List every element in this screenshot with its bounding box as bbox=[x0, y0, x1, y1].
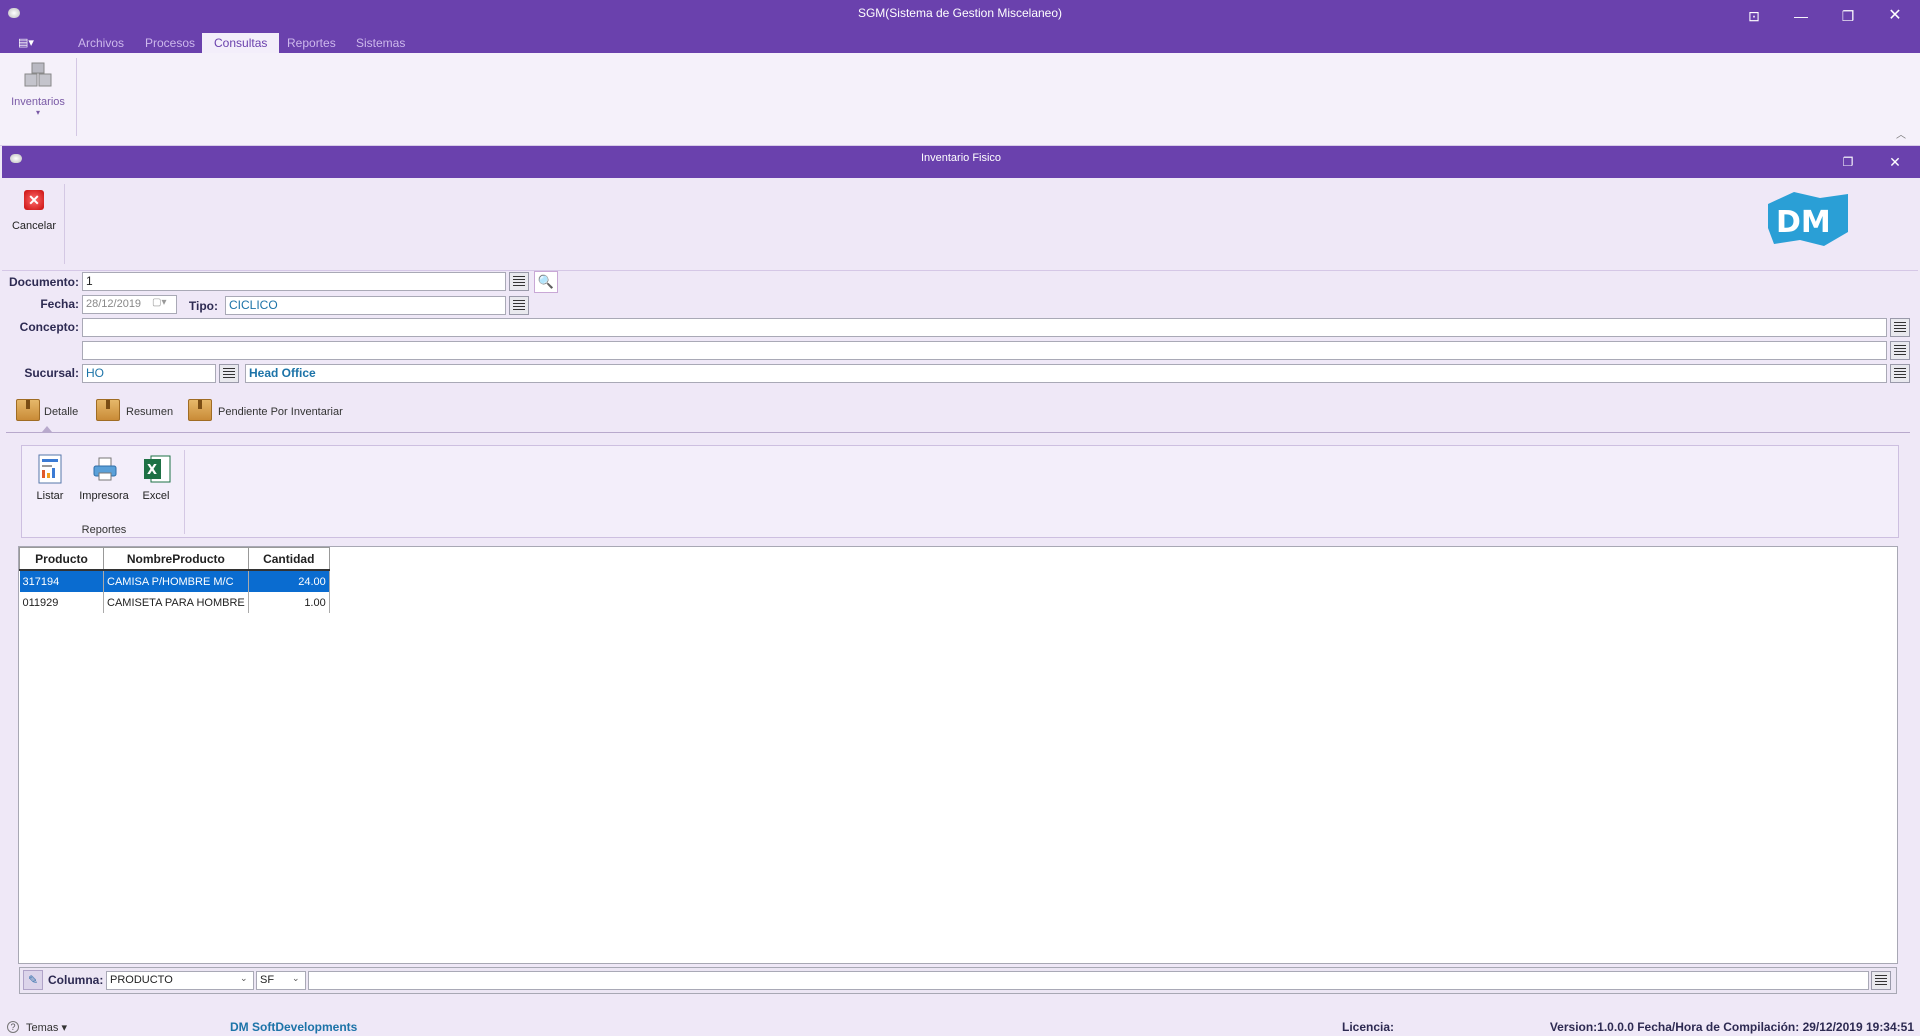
dm-logo: DM bbox=[1768, 192, 1848, 246]
ribbon-divider bbox=[76, 58, 77, 136]
cancel-icon: ✕ bbox=[24, 190, 44, 210]
tab-reportes[interactable]: Reportes bbox=[275, 33, 348, 53]
report-list-icon bbox=[38, 454, 62, 484]
concepto2-list-button[interactable] bbox=[1890, 341, 1910, 360]
child-close-button[interactable]: ✕ bbox=[1875, 150, 1915, 174]
child-title: Inventario Fisico bbox=[920, 152, 1002, 164]
printer-icon bbox=[93, 457, 117, 481]
pin-window-icon[interactable]: ⊡ bbox=[1734, 4, 1774, 28]
licencia-label: Licencia: bbox=[1342, 1020, 1395, 1034]
sucursal-code-input[interactable]: HO bbox=[82, 364, 216, 383]
tipo-input[interactable]: CICLICO bbox=[225, 296, 506, 315]
column-header-producto[interactable]: Producto bbox=[19, 547, 104, 571]
subtab-pendiente-label: Pendiente Por Inventariar bbox=[218, 406, 343, 418]
cell-cantidad[interactable]: 1.00 bbox=[248, 592, 330, 613]
boxes-icon bbox=[24, 62, 52, 87]
concepto-input-2[interactable] bbox=[82, 341, 1887, 360]
inventarios-label: Inventarios bbox=[11, 96, 65, 108]
box-icon bbox=[16, 399, 40, 421]
box-icon bbox=[188, 399, 212, 421]
calendar-dropdown-icon[interactable]: ▢▾ bbox=[152, 297, 166, 308]
minimize-button[interactable]: — bbox=[1781, 4, 1821, 28]
subtab-pendiente[interactable]: Pendiente Por Inventariar bbox=[188, 398, 358, 426]
subtab-detalle[interactable]: Detalle bbox=[14, 398, 82, 426]
documento-input[interactable]: 1 bbox=[82, 272, 506, 291]
close-button[interactable]: ✕ bbox=[1875, 4, 1915, 28]
documento-list-button[interactable] bbox=[509, 272, 529, 291]
svg-text:DM: DM bbox=[1776, 205, 1831, 240]
collapse-ribbon-icon[interactable]: ︿ bbox=[1896, 126, 1906, 141]
chevron-down-icon: ▾ bbox=[35, 108, 40, 117]
filter-search-input[interactable] bbox=[308, 971, 1869, 990]
active-tab-indicator bbox=[42, 426, 52, 432]
filter-options-icon[interactable]: ✎ bbox=[23, 970, 43, 990]
documento-label: Documento: bbox=[9, 275, 79, 289]
child-toolbar bbox=[2, 178, 1918, 271]
listar-label: Listar bbox=[36, 490, 64, 502]
column-header-cantidad[interactable]: Cantidad bbox=[247, 547, 330, 571]
reports-divider bbox=[184, 450, 185, 534]
restore-button[interactable]: ❐ bbox=[1828, 4, 1868, 28]
sucursal-list-button[interactable] bbox=[219, 364, 239, 383]
cancelar-button[interactable]: ✕ Cancelar bbox=[8, 186, 60, 242]
svg-text:X: X bbox=[147, 463, 157, 478]
concepto-input[interactable] bbox=[82, 318, 1887, 337]
temas-menu[interactable]: Temas ▾ bbox=[26, 1021, 67, 1034]
fecha-label: Fecha: bbox=[40, 297, 79, 311]
search-icon[interactable]: 🔍 bbox=[534, 271, 558, 293]
chevron-down-icon[interactable]: ⌄ bbox=[292, 973, 300, 984]
cell-producto[interactable]: 011929 bbox=[19, 592, 104, 613]
inventarios-button[interactable]: Inventarios ▾ bbox=[6, 58, 70, 122]
sucursal-name-input[interactable]: Head Office bbox=[245, 364, 1887, 383]
subtab-underline bbox=[6, 432, 1910, 433]
excel-label: Excel bbox=[142, 490, 170, 502]
listar-button[interactable]: Listar bbox=[30, 454, 70, 504]
impresora-label: Impresora bbox=[79, 490, 129, 502]
reports-group-label: Reportes bbox=[81, 524, 127, 536]
tab-procesos[interactable]: Procesos bbox=[133, 33, 207, 53]
concepto-list-button[interactable] bbox=[1890, 318, 1910, 337]
tab-consultas[interactable]: Consultas bbox=[202, 33, 280, 53]
subtab-detalle-label: Detalle bbox=[44, 406, 79, 418]
excel-icon: X bbox=[144, 455, 171, 483]
ribbon-panel bbox=[0, 53, 1920, 146]
sucursal-name-list-button[interactable] bbox=[1890, 364, 1910, 383]
version-info: Version:1.0.0.0 Fecha/Hora de Compilació… bbox=[1549, 1020, 1914, 1034]
subtab-resumen[interactable]: Resumen bbox=[96, 398, 176, 426]
cell-nombreproducto[interactable]: CAMISA P/HOMBRE M/C bbox=[103, 570, 249, 592]
toolbar-divider bbox=[64, 184, 65, 264]
table-row[interactable]: 011929 CAMISETA PARA HOMBRE 1.00 bbox=[19, 592, 330, 613]
subtab-resumen-label: Resumen bbox=[126, 406, 174, 418]
tab-sistemas[interactable]: Sistemas bbox=[344, 33, 417, 53]
chevron-down-icon[interactable]: ⌄ bbox=[240, 973, 248, 984]
help-icon: ? bbox=[7, 1021, 19, 1033]
sucursal-label: Sucursal: bbox=[24, 366, 79, 380]
excel-button[interactable]: X Excel bbox=[138, 454, 174, 504]
grid-header-row: Producto NombreProducto Cantidad bbox=[19, 547, 330, 571]
company-name: DM SoftDevelopments bbox=[230, 1020, 358, 1034]
columna-label: Columna: bbox=[48, 973, 104, 987]
temas-label: Temas bbox=[26, 1022, 59, 1034]
cell-nombreproducto[interactable]: CAMISETA PARA HOMBRE bbox=[103, 592, 249, 613]
app-title: SGM(Sistema de Gestion Miscelaneo) bbox=[857, 6, 1063, 20]
reports-panel bbox=[21, 445, 1899, 538]
chevron-down-icon: ▾ bbox=[58, 1022, 67, 1034]
column-header-nombreproducto[interactable]: NombreProducto bbox=[103, 547, 249, 571]
app-menu-icon[interactable]: ▤▾ bbox=[18, 36, 40, 49]
inventory-grid: Producto NombreProducto Cantidad 317194 … bbox=[19, 547, 330, 613]
cell-cantidad[interactable]: 24.00 bbox=[248, 570, 330, 592]
tipo-list-button[interactable] bbox=[509, 296, 529, 315]
concepto-label: Concepto: bbox=[19, 320, 79, 334]
tipo-label: Tipo: bbox=[188, 299, 218, 313]
tab-archivos[interactable]: Archivos bbox=[66, 33, 136, 53]
filter-list-button[interactable] bbox=[1871, 971, 1891, 990]
table-row[interactable]: 317194 CAMISA P/HOMBRE M/C 24.00 bbox=[19, 570, 330, 592]
impresora-button[interactable]: Impresora bbox=[78, 454, 130, 504]
column-select[interactable]: PRODUCTO bbox=[106, 971, 254, 990]
child-restore-button[interactable]: ❐ bbox=[1828, 150, 1868, 174]
cancelar-label: Cancelar bbox=[11, 220, 57, 232]
cell-producto[interactable]: 317194 bbox=[19, 570, 104, 592]
box-icon bbox=[96, 399, 120, 421]
